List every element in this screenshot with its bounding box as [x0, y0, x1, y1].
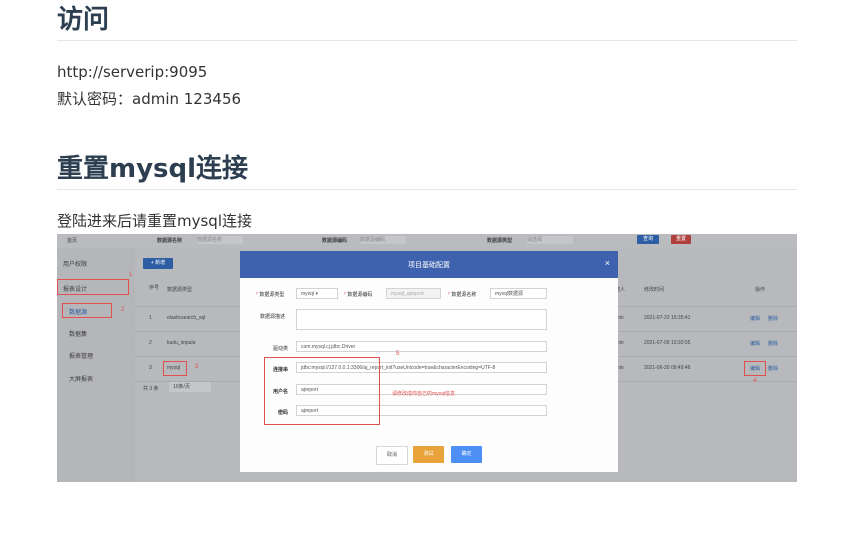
- name-label: * 数据源名称: [448, 292, 477, 298]
- driver-input[interactable]: com.mysql.cj.jdbc.Driver: [296, 341, 547, 352]
- annotation-box-3: [163, 361, 187, 376]
- annotation-box-4: [744, 361, 766, 376]
- annotation-number-3: 3: [195, 364, 199, 370]
- row-modified: 2021-07-09 10:30:55: [644, 340, 691, 346]
- row-edit-link[interactable]: 编辑: [750, 340, 760, 347]
- total-count: 共 3 条: [143, 386, 159, 392]
- close-icon[interactable]: ×: [605, 258, 610, 268]
- annotation-number-5: 5: [396, 351, 400, 357]
- row-type: elasticsearch_sql: [167, 315, 206, 321]
- sidebar-item-dataset[interactable]: 数据集: [69, 329, 87, 338]
- name-input[interactable]: mysql数据源: [490, 288, 547, 299]
- sidebar-item-bigscreen[interactable]: 大屏报表: [69, 374, 93, 383]
- row-edit-link[interactable]: 编辑: [750, 315, 760, 322]
- type-select[interactable]: mysql ▾: [296, 288, 338, 299]
- annotation-box-5: [264, 357, 380, 425]
- annotation-box-2: [62, 303, 112, 318]
- dialog-header: 项目基础配置 ×: [240, 251, 618, 278]
- col-ops: 操作: [755, 287, 766, 293]
- annotation-note: 请修改成你自己的mysql信息: [392, 391, 456, 397]
- row-delete-link[interactable]: 删除: [768, 315, 778, 322]
- row-delete-link[interactable]: 删除: [768, 365, 778, 372]
- code-input[interactable]: mysql_ajreport: [386, 288, 441, 299]
- type-label: * 数据源类型: [256, 292, 285, 298]
- code-label: * 数据源编码: [344, 292, 373, 298]
- annotation-number-4: 4: [753, 378, 757, 384]
- ds-type-select[interactable]: 请选择: [527, 236, 573, 244]
- row-modified: 2021-06-30 09:49:46: [644, 365, 691, 371]
- query-button[interactable]: 查询: [637, 235, 659, 244]
- page-size-select[interactable]: 10条/页: [169, 382, 211, 392]
- annotation-number-2: 2: [121, 307, 125, 313]
- row-seq: 1: [149, 315, 152, 321]
- screenshot-toolbar: 首页 数据源名称 数据源名称 数据源编码 数据源编码 数据源类型 请选择 查询 …: [57, 234, 797, 248]
- heading-rule: [57, 40, 797, 41]
- reset-button[interactable]: 重置: [671, 235, 691, 244]
- annotation-box-1: [57, 279, 129, 295]
- row-seq: 2: [149, 340, 152, 346]
- row-type: kudu_impala: [167, 340, 196, 346]
- row-modified: 2021-07-23 15:35:41: [644, 315, 691, 321]
- ds-type-label: 数据源类型: [487, 238, 513, 244]
- ds-name-input[interactable]: 数据源名称: [197, 236, 243, 244]
- row-delete-link[interactable]: 删除: [768, 340, 778, 347]
- sidebar: 用户权限 报表设计 数据源 数据集 报表管理 大屏报表: [57, 248, 135, 482]
- heading-access: 访问: [57, 5, 110, 35]
- instruction-text: 登陆进来后请重置mysql连接: [57, 212, 252, 230]
- project-config-dialog: 项目基础配置 × * 数据源类型 mysql ▾ * 数据源编码 mysql_a…: [240, 251, 618, 472]
- col-seq: 序号: [149, 285, 160, 291]
- test-button[interactable]: 测试: [413, 446, 444, 463]
- desc-label: 数据源描述: [260, 314, 286, 320]
- ok-button[interactable]: 确定: [451, 446, 482, 463]
- desc-textarea[interactable]: [296, 309, 547, 330]
- password-text: 默认密码：admin 123456: [57, 90, 242, 108]
- driver-label: 驱动类: [273, 346, 289, 352]
- ds-name-label: 数据源名称: [157, 238, 183, 244]
- embedded-screenshot: 首页 数据源名称 数据源名称 数据源编码 数据源编码 数据源类型 请选择 查询 …: [57, 234, 797, 482]
- annotation-number-1: 1: [129, 272, 133, 278]
- col-type: 数据源类型: [167, 287, 193, 293]
- add-button[interactable]: + 新增: [143, 258, 173, 269]
- sidebar-item-user-perm[interactable]: 用户权限: [63, 259, 87, 268]
- home-label: 首页: [67, 238, 78, 244]
- cancel-button[interactable]: 取消: [376, 446, 408, 465]
- dialog-title: 项目基础配置: [408, 262, 450, 269]
- col-modified: 修改时间: [644, 287, 665, 293]
- ds-code-input[interactable]: 数据源编码: [360, 236, 406, 244]
- url-text: http://serverip:9095: [57, 63, 208, 81]
- heading-reset-mysql: 重置mysql连接: [57, 154, 249, 184]
- row-seq: 3: [149, 365, 152, 371]
- heading-rule: [57, 189, 797, 190]
- sidebar-item-report-mgmt[interactable]: 报表管理: [69, 351, 93, 360]
- ds-code-label: 数据源编码: [322, 238, 348, 244]
